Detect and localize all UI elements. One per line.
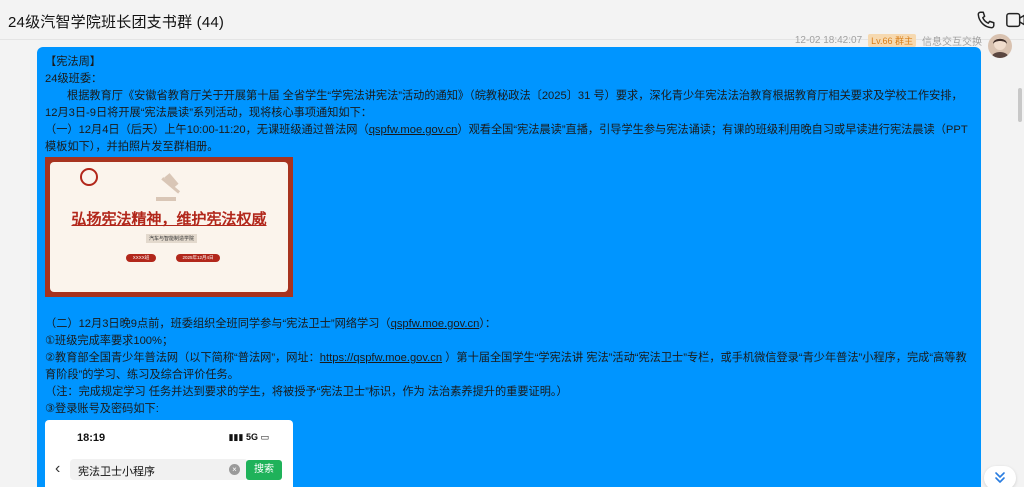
message-meta: 12-02 18:42:07 Lv.66 群主 信息交互交换 [795, 33, 982, 48]
url-link[interactable]: https://qspfw.moe.gov.cn [320, 352, 442, 364]
message-bubble[interactable]: 【宪法周】 24级班委： 根据教育厅《安徽省教育厅关于开展第十届 全省学生“学宪… [37, 47, 981, 487]
ppt-template-image[interactable]: 弘扬宪法精神，维护宪法权威 汽车与智能制造学院 XXXX班 2025年12月4日 [45, 157, 293, 297]
gavel-icon [156, 173, 181, 201]
phone-status: ▮▮▮ 5G ▭ [228, 432, 269, 442]
url-link[interactable]: qspfw.moe.gov.cn [391, 318, 480, 330]
search-input: 宪法卫士小程序 × [70, 459, 248, 480]
message-paragraph-item-1: （一）12月4日（后天）上午10:00-11:20，无课班级通过普法网（qspf… [45, 124, 968, 153]
message-line-requirement-3: ③登录账号及密码如下: [45, 403, 159, 415]
signal-icon: ▮▮▮ [228, 432, 244, 442]
scroll-to-bottom-button[interactable] [984, 466, 1016, 487]
phone-time: 18:19 [77, 432, 106, 444]
poster-title: 弘扬宪法精神，维护宪法权威 [71, 210, 267, 228]
double-chevron-down-icon [995, 472, 1005, 483]
message-paragraph-item-2: （二）12月3日晚9点前，班委组织全班同学参与“宪法卫士”网络学习（qspfw.… [45, 318, 497, 330]
sender-name[interactable]: 信息交互交换 [922, 33, 982, 48]
avatar[interactable] [988, 34, 1012, 58]
video-icon[interactable] [1005, 9, 1024, 31]
poster-class-pill: XXXX班 [126, 254, 156, 262]
message-line-note: （注：完成规定学习 任务并达到要求的学生，将被授予“宪法卫士”标识，作为 法治素… [45, 386, 568, 398]
mini-program-screenshot[interactable]: 18:19 ▮▮▮ 5G ▭ ‹ 宪法卫士小程序 × 搜索 [45, 420, 293, 487]
poster-subtitle: 汽车与智能制造学院 [146, 234, 198, 243]
message-line-greeting: 24级班委： [45, 73, 103, 85]
poster-date-pill: 2025年12月4日 [176, 254, 220, 262]
phone-icon[interactable] [975, 9, 997, 31]
school-seal-icon [80, 168, 98, 186]
clear-icon: × [229, 464, 240, 475]
message-line-title: 【宪法周】 [45, 56, 101, 68]
battery-icon: ▭ [260, 432, 269, 442]
search-button: 搜索 [246, 460, 282, 480]
scrollbar-thumb[interactable] [1018, 88, 1022, 122]
url-link[interactable]: qspfw.moe.gov.cn [369, 124, 458, 136]
search-value: 宪法卫士小程序 [78, 466, 155, 478]
message-line-requirement-1: ①班级完成率要求100%； [45, 335, 174, 347]
back-icon: ‹ [55, 460, 61, 477]
message-line-requirement-2: ②教育部全国青少年普法网（以下简称“普法网”，网址：https://qspfw.… [45, 352, 967, 381]
sender-badge: Lv.66 群主 [868, 34, 916, 47]
message-paragraph-intro: 根据教育厅《安徽省教育厅关于开展第十届 全省学生“学宪法讲宪法”活动的通知》（皖… [45, 90, 963, 119]
message-timestamp: 12-02 18:42:07 [794, 35, 863, 46]
chat-title: 24级汽智学院班长团支书群 (44) [8, 14, 225, 31]
